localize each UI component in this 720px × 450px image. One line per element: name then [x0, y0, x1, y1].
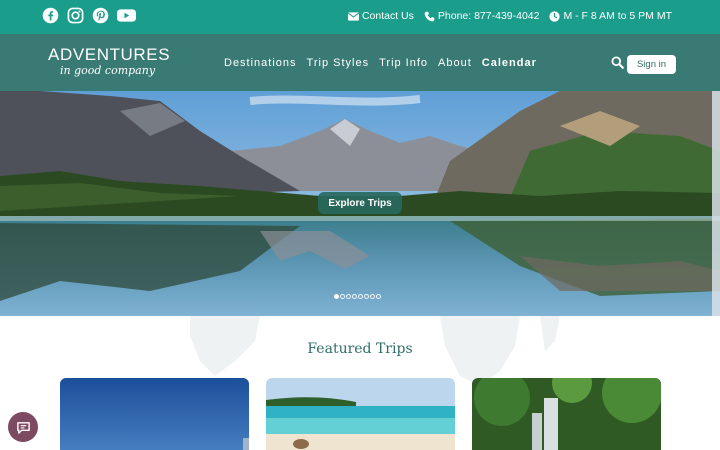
section-title: Featured Trips	[307, 341, 413, 357]
carousel-dot[interactable]	[340, 294, 345, 299]
trip-card-image	[472, 378, 661, 450]
explore-trips-button[interactable]: Explore Trips	[318, 192, 402, 214]
facebook-icon[interactable]	[42, 7, 59, 24]
trip-card-image	[266, 378, 455, 450]
site-logo[interactable]: ADVENTURES in good company	[48, 46, 170, 77]
logo-wordmark: ADVENTURES	[48, 45, 171, 64]
nav-item-trip-styles[interactable]: Trip Styles	[307, 57, 370, 69]
envelope-icon	[347, 11, 359, 21]
contact-us-link[interactable]: Contact Us	[347, 10, 414, 22]
top-utility-bar: Contact Us Phone: 877-439-4042 M - F 8 A…	[0, 0, 720, 34]
contact-us-label: Contact Us	[361, 10, 414, 22]
nav-item-calendar[interactable]: Calendar	[482, 57, 537, 69]
search-icon[interactable]	[611, 56, 624, 69]
sign-in-button[interactable]: Sign in	[627, 55, 676, 74]
hours-info: M - F 8 AM to 5 PM MT	[549, 10, 672, 22]
trip-card[interactable]	[60, 378, 249, 450]
main-navbar: ADVENTURES in good company Destinations …	[0, 34, 720, 91]
nav-item-destinations[interactable]: Destinations	[224, 57, 297, 69]
carousel-dot[interactable]	[370, 294, 375, 299]
nav-item-trip-info[interactable]: Trip Info	[379, 57, 428, 69]
nav-item-about[interactable]: About	[438, 57, 472, 69]
carousel-dot[interactable]	[334, 294, 339, 299]
clock-icon	[549, 10, 561, 22]
carousel-dot[interactable]	[352, 294, 357, 299]
carousel-dot[interactable]	[346, 294, 351, 299]
trip-card[interactable]	[266, 378, 455, 450]
carousel-dot[interactable]	[364, 294, 369, 299]
phone-icon	[424, 11, 435, 21]
chat-widget-button[interactable]	[8, 412, 38, 442]
social-links	[42, 7, 136, 24]
primary-menu: Destinations Trip Styles Trip Info About…	[224, 57, 537, 69]
phone-link[interactable]: Phone: 877-439-4042	[424, 10, 540, 22]
logo-tagline: in good company	[60, 64, 156, 77]
trip-card-image	[60, 378, 249, 450]
hours-label: M - F 8 AM to 5 PM MT	[563, 10, 672, 22]
contact-info: Contact Us Phone: 877-439-4042 M - F 8 A…	[347, 10, 672, 22]
carousel-dot[interactable]	[358, 294, 363, 299]
instagram-icon[interactable]	[67, 7, 84, 24]
carousel-dot[interactable]	[376, 294, 381, 299]
phone-label: Phone: 877-439-4042	[437, 10, 540, 22]
carousel-indicators	[334, 294, 381, 299]
chat-bubble-icon	[16, 421, 30, 434]
youtube-icon[interactable]	[117, 7, 136, 24]
trip-card[interactable]	[472, 378, 661, 450]
featured-trips-section: Featured Trips	[0, 316, 720, 450]
pinterest-icon[interactable]	[92, 7, 109, 24]
hero-banner: Explore Trips	[0, 91, 720, 316]
